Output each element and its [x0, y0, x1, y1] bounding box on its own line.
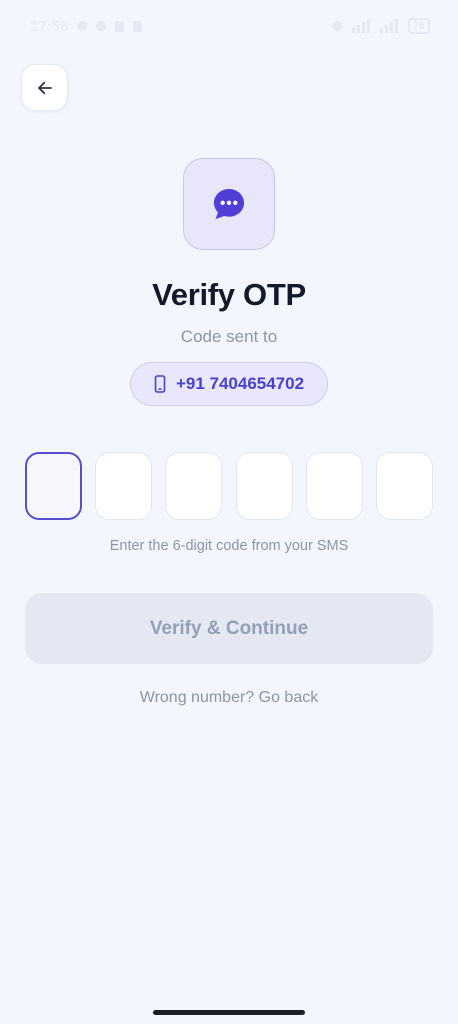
otp-hint: Enter the 6-digit code from your SMS [109, 538, 349, 554]
battery-icon: 76 [407, 18, 430, 34]
signal-icon [351, 19, 370, 33]
otp-digit-6[interactable] [375, 452, 433, 520]
chat-bubble-dots-icon [213, 188, 245, 220]
notification-icon [77, 21, 88, 31]
chat-icon-tile [183, 158, 275, 250]
arrow-left-icon [37, 81, 52, 94]
status-left: 17:58 [30, 17, 143, 35]
otp-screen: 17:58 76 Verify OTP Code sent to +91 740… [0, 0, 458, 1024]
back-button[interactable] [21, 64, 68, 111]
signal-icon [379, 19, 398, 33]
status-time: 17:58 [30, 17, 69, 35]
phone-number-badge: +91 7404654702 [130, 362, 328, 406]
wifi-icon [331, 21, 342, 31]
page-title: Verify OTP [152, 277, 306, 312]
otp-digit-2[interactable] [95, 452, 153, 520]
phone-number-text: +91 7404654702 [175, 374, 305, 393]
phone-icon [154, 375, 166, 393]
status-right: 76 [331, 18, 430, 34]
verify-continue-button[interactable]: Verify & Continue [25, 593, 433, 664]
otp-digit-5[interactable] [305, 452, 363, 520]
notification-icon [115, 20, 125, 32]
status-bar: 17:58 76 [0, 0, 458, 52]
notification-icon [133, 20, 143, 32]
otp-digit-1[interactable] [25, 452, 82, 520]
otp-input-row [25, 452, 433, 520]
notification-icon [96, 21, 107, 31]
home-indicator[interactable] [153, 1010, 305, 1015]
otp-digit-3[interactable] [165, 452, 223, 520]
code-sent-label: Code sent to [180, 327, 278, 346]
wrong-number-link[interactable]: Wrong number? Go back [0, 689, 458, 707]
otp-digit-4[interactable] [235, 452, 293, 520]
